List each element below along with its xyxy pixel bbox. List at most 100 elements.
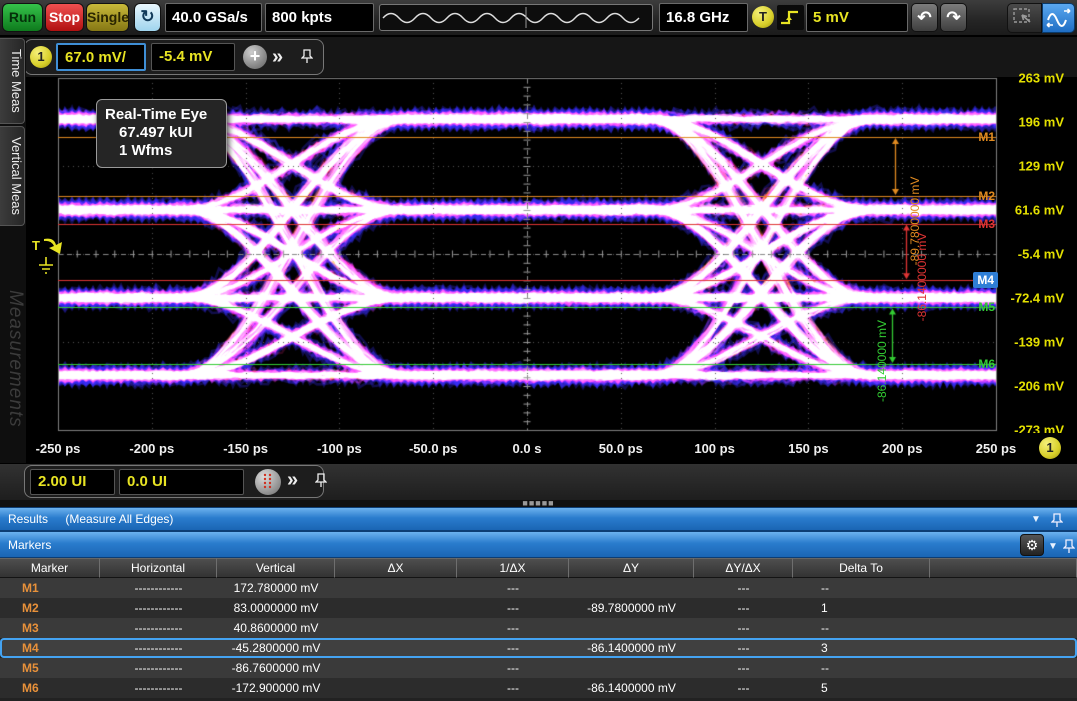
expand-chevrons[interactable]: »: [272, 45, 283, 69]
eye-diagram-plot[interactable]: Real-Time Eye 67.497 kUI 1 Wfms T M1M2M3…: [26, 77, 1000, 433]
cell: -86.1400000 mV: [569, 638, 694, 658]
channel1-group: 1 67.0 mV/ -5.4 mV + »: [24, 39, 324, 75]
marker-label-m4[interactable]: M4: [973, 272, 998, 288]
column-header[interactable]: 1/ΔX: [457, 558, 569, 578]
touch-mode-button[interactable]: ↻: [134, 3, 161, 32]
memory-depth-field[interactable]: 800 kpts: [265, 3, 374, 32]
horizontal-scale-field[interactable]: 2.00 UI: [30, 469, 115, 495]
axis-source-badge[interactable]: 1: [1039, 437, 1061, 459]
cell: 172.780000 mV: [217, 578, 335, 598]
cell: M5: [0, 658, 100, 678]
tab-time-meas[interactable]: Time Meas: [0, 38, 25, 124]
cell: [569, 578, 694, 598]
trigger-badge[interactable]: T: [752, 6, 774, 28]
cell: [335, 578, 457, 598]
channel1-scale-field[interactable]: 67.0 mV/: [56, 43, 146, 71]
column-header[interactable]: ΔY: [569, 558, 694, 578]
x-tick-label: 200 ps: [882, 441, 922, 456]
marker-label-m2[interactable]: M2: [978, 189, 995, 203]
channel1-offset-field[interactable]: -5.4 mV: [151, 43, 235, 71]
trigger-t-glyph: T: [32, 238, 40, 253]
loop-arrow-icon: ↻: [140, 7, 154, 26]
horizontal-group: 2.00 UI 0.0 UI »: [24, 465, 324, 498]
sample-rate-field[interactable]: 40.0 GSa/s: [165, 3, 262, 32]
trigger-level-field[interactable]: 5 mV: [806, 3, 908, 32]
pin-icon[interactable]: [315, 472, 327, 493]
trigger-level-marker[interactable]: T: [30, 233, 82, 285]
marker-row-m2[interactable]: M2------------83.0000000 mV----89.780000…: [0, 598, 1077, 618]
marker-label-m1[interactable]: M1: [978, 130, 995, 144]
horizontal-summary-widget[interactable]: [379, 4, 653, 31]
channel-control-row: 1 67.0 mV/ -5.4 mV + »: [0, 37, 1077, 77]
cell: [930, 618, 1077, 638]
cell: ---: [457, 598, 569, 618]
column-header[interactable]: Vertical: [217, 558, 335, 578]
channel1-badge[interactable]: 1: [30, 46, 52, 68]
single-button[interactable]: Single: [86, 3, 129, 32]
cell: --: [793, 618, 930, 638]
markers-table: MarkerHorizontalVerticalΔX1/ΔXΔYΔY/ΔXDel…: [0, 558, 1077, 701]
cell: 3: [793, 638, 930, 658]
tab-vertical-meas[interactable]: Vertical Meas: [0, 126, 25, 226]
column-header[interactable]: Horizontal: [100, 558, 217, 578]
marker-row-m4[interactable]: M4-------------45.2800000 mV----86.14000…: [0, 638, 1077, 658]
run-button[interactable]: Run: [2, 3, 43, 32]
marker-label-m5[interactable]: M5: [978, 300, 995, 314]
x-tick-label: -200 ps: [129, 441, 174, 456]
collapse-caret-icon[interactable]: ▼: [1048, 534, 1058, 560]
horizontal-control-row: 2.00 UI 0.0 UI »: [0, 464, 1077, 500]
expand-chevrons[interactable]: »: [287, 468, 298, 492]
cell: ---: [694, 638, 793, 658]
delta-annotation: -86.140000 mV: [875, 320, 889, 402]
column-header[interactable]: ΔY/ΔX: [694, 558, 793, 578]
trigger-edge-icon[interactable]: [777, 5, 804, 30]
column-header[interactable]: Delta To: [793, 558, 930, 578]
cell: ---: [694, 678, 793, 698]
markers-settings-button[interactable]: ⚙: [1020, 534, 1044, 556]
undo-icon: ↶: [917, 8, 931, 27]
cell: M3: [0, 618, 100, 638]
zoom-select-button[interactable]: [1007, 3, 1042, 33]
pin-icon[interactable]: [301, 48, 313, 69]
acquisition-waveform-icon: [380, 5, 652, 30]
horizontal-position-field[interactable]: 0.0 UI: [119, 469, 244, 495]
cell: [569, 618, 694, 638]
pan-waveform-button[interactable]: [1042, 3, 1075, 33]
top-toolbar: Run Stop Single ↻ 40.0 GSa/s 800 kpts 16…: [0, 0, 1077, 36]
cell: -45.2800000 mV: [217, 638, 335, 658]
collapse-caret-icon[interactable]: ▼: [1031, 508, 1041, 531]
marker-row-m3[interactable]: M3------------40.8600000 mV--------: [0, 618, 1077, 638]
markers-header-bar[interactable]: Markers ⚙ ▼: [0, 531, 1077, 558]
x-tick-label: -50.0 ps: [409, 441, 457, 456]
redo-button[interactable]: ↷: [940, 3, 967, 32]
cell: M4: [0, 638, 100, 658]
cell: ---: [694, 658, 793, 678]
y-tick-label: -139 mV: [1014, 335, 1064, 350]
marker-row-m1[interactable]: M1------------172.780000 mV--------: [0, 578, 1077, 598]
add-channel-button[interactable]: +: [243, 45, 267, 69]
sine-arrows-icon: [1043, 4, 1074, 32]
cell: ---: [457, 678, 569, 698]
cell: ---: [694, 618, 793, 638]
markers-table-header: MarkerHorizontalVerticalΔX1/ΔXΔYΔY/ΔXDel…: [0, 558, 1077, 578]
panel-splitter[interactable]: ■■■■■: [0, 500, 1077, 507]
delta-annotation: -86.1400000 mV: [915, 233, 929, 322]
marker-label-m3[interactable]: M3: [978, 217, 995, 231]
column-header[interactable]: ΔX: [335, 558, 457, 578]
marker-row-m5[interactable]: M5-------------86.7600000 mV--------: [0, 658, 1077, 678]
undo-button[interactable]: ↶: [911, 3, 938, 32]
marker-row-m6[interactable]: M6-------------172.900000 mV----86.14000…: [0, 678, 1077, 698]
bandwidth-field[interactable]: 16.8 GHz: [659, 3, 748, 32]
cell: -86.1400000 mV: [569, 678, 694, 698]
color-grade-button[interactable]: [255, 469, 281, 495]
cell: [335, 678, 457, 698]
cell: [930, 578, 1077, 598]
cell: ---: [457, 658, 569, 678]
oscilloscope-app: Run Stop Single ↻ 40.0 GSa/s 800 kpts 16…: [0, 0, 1077, 701]
results-header-bar[interactable]: Results (Measure All Edges) ▼: [0, 507, 1077, 531]
column-header[interactable]: Marker: [0, 558, 100, 578]
column-header[interactable]: [930, 558, 1077, 578]
stop-button[interactable]: Stop: [45, 3, 84, 32]
marker-label-m6[interactable]: M6: [978, 357, 995, 371]
cell: [335, 658, 457, 678]
